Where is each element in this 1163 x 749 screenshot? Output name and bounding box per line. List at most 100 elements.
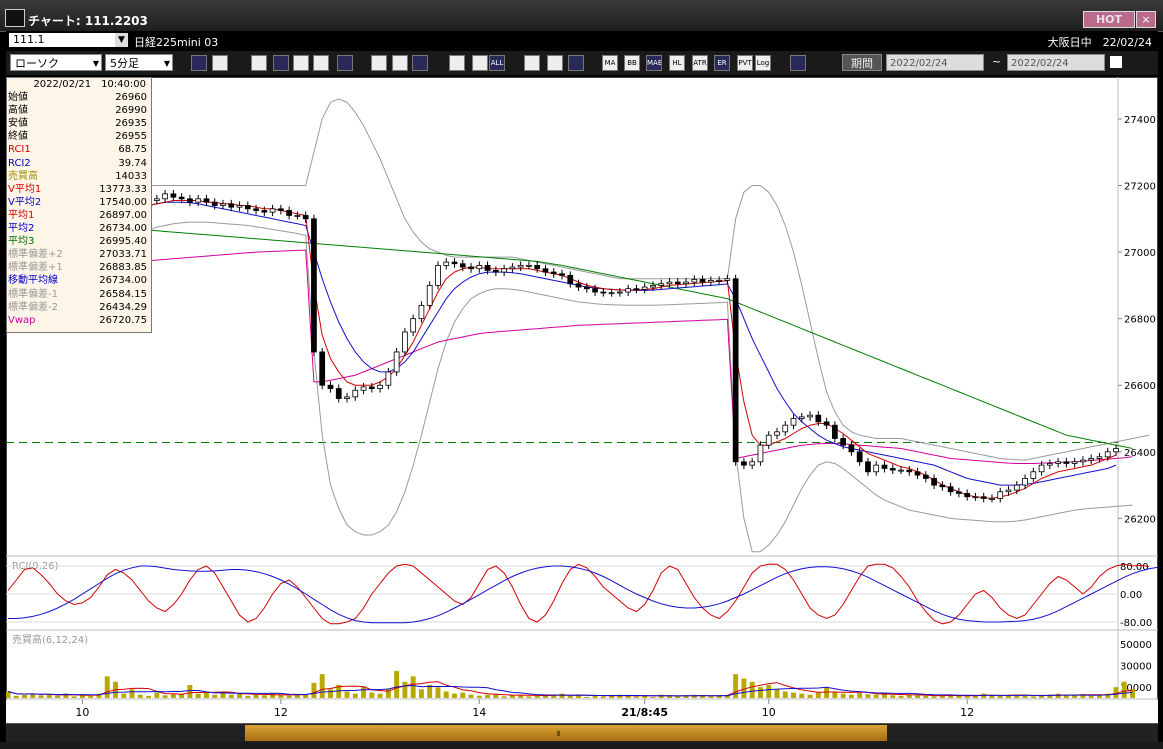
- volume-bar: [534, 695, 540, 698]
- candle-body: [889, 468, 896, 471]
- data-window: 2022/02/21 10:40:00 始値 26960 高値 26990 安値 2693…: [6, 77, 152, 333]
- volume-bar: [435, 687, 441, 698]
- volume-bar: [898, 695, 904, 698]
- all-indicator-button[interactable]: ALL: [489, 55, 505, 71]
- settings-icon[interactable]: [524, 55, 540, 71]
- candle-body: [261, 210, 268, 213]
- volume-bar: [964, 696, 970, 698]
- chart-type-select[interactable]: ローソク ▼: [10, 54, 102, 71]
- data-window-row: 売買高 14033: [7, 170, 151, 183]
- hot-button[interactable]: HOT: [1083, 11, 1135, 28]
- mae-indicator-button[interactable]: MAE: [646, 55, 662, 71]
- date-from-field[interactable]: 2022/02/24: [886, 54, 984, 71]
- data-window-row: 始値 26960: [7, 91, 151, 104]
- volume-bar: [311, 682, 317, 698]
- candle-body: [741, 461, 747, 466]
- date-to-field[interactable]: 2022/02/24: [1007, 54, 1105, 71]
- volume-bar: [807, 694, 813, 698]
- time-scrollbar[interactable]: [6, 723, 1158, 743]
- data-window-value: 26883.85: [99, 262, 147, 274]
- volume-bar: [418, 689, 424, 698]
- candle-body: [451, 261, 458, 265]
- locked-icon[interactable]: [337, 55, 353, 71]
- interval-select[interactable]: 5分足 ▼: [105, 54, 173, 71]
- price-tick-label: 27400: [1124, 115, 1156, 126]
- data-window-value: 13773.33: [99, 183, 147, 195]
- candle-body: [501, 268, 507, 273]
- zoom-icon[interactable]: [191, 55, 207, 71]
- tools-icon[interactable]: [547, 55, 563, 71]
- data-window-row: 平均2 26734.00: [7, 222, 151, 235]
- time-tick-label: 10: [75, 706, 89, 719]
- rci-tick-label: 80.00: [1120, 562, 1149, 573]
- volume-tick-label: 30000: [1120, 662, 1152, 673]
- data-window-label: 標準偏差-1: [8, 288, 58, 300]
- log-indicator-button[interactable]: Log: [755, 55, 771, 71]
- download-icon[interactable]: [251, 55, 267, 71]
- bar-chart-icon[interactable]: [293, 55, 309, 71]
- candle-body: [1046, 463, 1053, 466]
- candle-body: [922, 474, 929, 479]
- scrollbar-thumb[interactable]: [245, 725, 887, 741]
- atr-indicator-button[interactable]: ATR: [692, 55, 708, 71]
- candle-body: [790, 418, 797, 426]
- candle-body: [625, 288, 632, 293]
- undo-arrow-icon[interactable]: [412, 55, 428, 71]
- data-window-label: 始値: [8, 92, 28, 104]
- data-window-value: 27033.71: [99, 249, 147, 261]
- data-window-value: 26734.00: [99, 275, 147, 287]
- candle-body: [931, 478, 937, 486]
- volume-bar: [328, 689, 333, 698]
- volume-bar: [485, 694, 491, 698]
- pencil-icon[interactable]: [371, 55, 387, 71]
- volume-bar: [509, 695, 515, 698]
- fit-icon[interactable]: [449, 55, 465, 71]
- volume-bar: [1121, 681, 1127, 698]
- candle-body: [633, 288, 640, 291]
- candle-body: [724, 278, 731, 281]
- bollinger-upper-line: [7, 98, 1150, 461]
- cursor-icon[interactable]: [392, 55, 408, 71]
- candle-body: [732, 278, 739, 463]
- search-chart-icon[interactable]: [273, 55, 289, 71]
- era-indicator-button[interactable]: ER RA: [714, 55, 730, 71]
- candle-body: [840, 438, 846, 446]
- price-chart[interactable]: 27400272002700026800266002640026200RCI(9…: [6, 77, 1158, 723]
- period-button[interactable]: 期間: [842, 54, 882, 71]
- ma-indicator-button[interactable]: MA: [602, 55, 618, 71]
- option-checkbox[interactable]: [1110, 56, 1122, 68]
- palette-icon[interactable]: [568, 55, 584, 71]
- time-tick-label: 14: [472, 706, 486, 719]
- ticks-icon[interactable]: [313, 55, 329, 71]
- volume-average-1-line: [7, 681, 1133, 697]
- candle-body: [476, 265, 483, 270]
- close-button[interactable]: ×: [1136, 11, 1156, 28]
- bb-indicator-button[interactable]: BB: [624, 55, 640, 71]
- candle-body: [1030, 471, 1037, 479]
- crosshair-icon[interactable]: [212, 55, 228, 71]
- data-window-label: RCI2: [8, 157, 31, 169]
- volume-bar: [757, 687, 763, 698]
- volume-panel-label: 売買高(6,12,24): [12, 633, 88, 646]
- volume-bar: [1072, 695, 1078, 698]
- data-window-row: 高値 26990: [7, 104, 151, 117]
- range-icon[interactable]: [472, 55, 488, 71]
- title-bar[interactable]: チャート: 111.2203 HOT ×: [0, 0, 1163, 32]
- volume-bar: [361, 687, 367, 698]
- symbol-code-input[interactable]: 111.1: [9, 33, 117, 47]
- data-window-value: 26584.15: [99, 288, 147, 300]
- volume-bar: [212, 694, 218, 698]
- pvt-indicator-button[interactable]: PVT: [737, 55, 753, 71]
- symbol-dropdown-icon[interactable]: ▼: [115, 33, 128, 47]
- data-window-value: 39.74: [118, 157, 147, 169]
- scrollbar-grip-icon: ⦀: [557, 730, 561, 738]
- volume-bar: [1030, 696, 1036, 698]
- candle-body: [327, 384, 334, 389]
- volume-bar: [857, 693, 863, 698]
- hl-indicator-button[interactable]: HL: [669, 55, 685, 71]
- export-icon[interactable]: [790, 55, 806, 71]
- candle-body: [1005, 489, 1012, 493]
- data-window-label: V平均1: [8, 183, 42, 195]
- candle-body: [1013, 484, 1020, 491]
- candle-body: [1104, 451, 1111, 458]
